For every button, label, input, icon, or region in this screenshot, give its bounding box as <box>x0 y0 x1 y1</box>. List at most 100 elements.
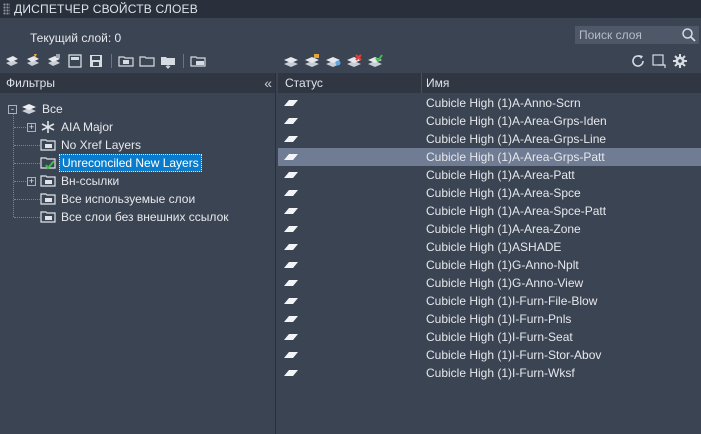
table-row[interactable]: Cubicle High (1)A-Anno-Scrn <box>278 94 701 112</box>
new-group-filter-icon[interactable] <box>25 53 41 69</box>
tree-label: AIA Major <box>61 120 114 134</box>
collapse-node-icon[interactable]: - <box>8 104 17 114</box>
tree-node-all-used-layers[interactable]: Все используемые слои <box>40 190 197 208</box>
search-icon[interactable] <box>681 27 697 43</box>
filters-header: Фильтры « <box>0 73 275 93</box>
layer-status-icon <box>284 154 298 160</box>
table-row[interactable]: Cubicle High (1)A-Area-Grps-Line <box>278 130 701 148</box>
layer-status-icon <box>284 352 298 358</box>
new-layer-snowflake-icon[interactable] <box>325 53 341 69</box>
layer-status-icon <box>284 226 298 232</box>
expand-node-icon[interactable]: + <box>27 122 36 132</box>
toolbar-separator <box>183 54 184 68</box>
tree-node-aia-major[interactable]: + AIA Major <box>27 118 115 136</box>
layer-name: Cubicle High (1)A-Area-Spce-Patt <box>426 204 607 218</box>
layer-name: Cubicle High (1)A-Area-Zone <box>426 222 581 236</box>
folder-filter-icon[interactable] <box>118 53 134 69</box>
tree-label: No Xref Layers <box>61 138 142 152</box>
tree-guide-line <box>14 127 28 128</box>
table-row[interactable]: Cubicle High (1)A-Area-Zone <box>278 220 701 238</box>
column-divider[interactable] <box>421 73 422 93</box>
tree-node-all[interactable]: - Все <box>8 100 65 118</box>
layer-name: Cubicle High (1)A-Area-Spce <box>426 186 581 200</box>
filter-folder-icon <box>40 192 56 206</box>
tree-guide-line <box>14 181 28 182</box>
folder-icon[interactable] <box>139 53 155 69</box>
layer-name: Cubicle High (1)A-Area-Grps-Iden <box>426 114 607 128</box>
layer-status-icon <box>284 334 298 340</box>
table-row[interactable]: Cubicle High (1)I-Furn-File-Blow <box>278 292 701 310</box>
title-bar: ДИСПЕТЧЕР СВОЙСТВ СЛОЕВ <box>0 0 701 18</box>
tree-label: Вн-ссылки <box>61 174 120 188</box>
table-row[interactable]: Cubicle High (1)G-Anno-View <box>278 274 701 292</box>
check-folder-icon <box>40 156 56 170</box>
expand-node-icon[interactable]: + <box>27 176 36 186</box>
layer-status-icon <box>284 244 298 250</box>
filters-header-label: Фильтры <box>6 76 55 90</box>
new-property-filter-icon[interactable] <box>4 53 20 69</box>
layer-states-icon[interactable] <box>46 53 62 69</box>
layer-name: Cubicle High (1)I-Furn-Seat <box>426 330 573 344</box>
filter-toolbar <box>4 53 211 69</box>
table-row[interactable]: Cubicle High (1)A-Area-Grps-Iden <box>278 112 701 130</box>
layer-status-icon <box>284 370 298 376</box>
layer-name: Cubicle High (1)I-Furn-Wksf <box>426 366 575 380</box>
delete-layer-icon[interactable] <box>346 53 362 69</box>
folder-export-icon[interactable] <box>160 53 176 69</box>
layer-status-icon <box>284 280 298 286</box>
tree-node-xrefs[interactable]: + Вн-ссылки <box>27 172 121 190</box>
column-header-name[interactable]: Имя <box>426 76 449 90</box>
tree-label: Все слои без внешних ссылок <box>61 210 229 224</box>
search-input[interactable] <box>575 28 675 42</box>
refresh-icon[interactable] <box>630 53 646 69</box>
toolbar-separator <box>111 54 112 68</box>
layer-name: Cubicle High (1)A-Area-Patt <box>426 168 575 182</box>
layer-status-icon <box>284 190 298 196</box>
tree-guide-line <box>14 199 40 200</box>
tree-label: Все <box>42 102 63 116</box>
tree-guide-line <box>14 217 40 218</box>
set-current-icon[interactable] <box>367 53 383 69</box>
table-row[interactable]: Cubicle High (1)A-Area-Patt <box>278 166 701 184</box>
filters-panel: Фильтры « - Все + AIA Major No Xref Laye… <box>0 73 276 434</box>
tree-label: Unreconciled New Layers <box>59 154 202 172</box>
tree-node-all-non-xref-layers[interactable]: Все слои без внешних ссылок <box>40 208 231 226</box>
column-header-status[interactable]: Статус <box>285 76 323 90</box>
layer-status-icon <box>284 262 298 268</box>
table-row[interactable]: Cubicle High (1)A-Area-Spce-Patt <box>278 202 701 220</box>
settings-panel-icon[interactable] <box>651 53 667 69</box>
table-row[interactable]: Cubicle High (1)G-Anno-Nplt <box>278 256 701 274</box>
layer-settings-icon[interactable] <box>190 53 206 69</box>
tree-guide-line <box>14 145 40 146</box>
table-row[interactable]: Cubicle High (1)A-Area-Grps-Patt <box>278 148 701 166</box>
layers-stack-icon <box>21 102 37 116</box>
column-headers: Статус Имя <box>278 73 701 93</box>
tree-node-unreconciled-new-layers[interactable]: Unreconciled New Layers <box>40 154 202 172</box>
layer-name: Cubicle High (1)I-Furn-Pnls <box>426 312 572 326</box>
tree-guide-line <box>13 113 14 217</box>
table-row[interactable]: Cubicle High (1)I-Furn-Stor-Abov <box>278 346 701 364</box>
right-toolbar <box>630 53 693 69</box>
new-layer-icon[interactable] <box>283 53 299 69</box>
layer-name: Cubicle High (1)ASHADE <box>426 240 562 254</box>
search-box[interactable] <box>575 26 699 44</box>
layer-status-icon <box>284 136 298 142</box>
save-icon[interactable] <box>88 53 104 69</box>
table-row[interactable]: Cubicle High (1)I-Furn-Pnls <box>278 310 701 328</box>
new-vp-frozen-layer-icon[interactable] <box>304 53 320 69</box>
table-row[interactable]: Cubicle High (1)I-Furn-Seat <box>278 328 701 346</box>
gear-icon[interactable] <box>672 53 688 69</box>
table-row[interactable]: Cubicle High (1)ASHADE <box>278 238 701 256</box>
layer-name: Cubicle High (1)I-Furn-Stor-Abov <box>426 348 602 362</box>
window-title: ДИСПЕТЧЕР СВОЙСТВ СЛОЕВ <box>14 2 198 16</box>
drag-grip-icon[interactable] <box>3 3 10 15</box>
tree-node-no-xref-layers[interactable]: No Xref Layers <box>40 136 143 154</box>
tree-guide-line <box>14 163 40 164</box>
table-row[interactable]: Cubicle High (1)I-Furn-Wksf <box>278 364 701 382</box>
filter-folder-icon <box>40 138 56 152</box>
layers-list-panel: Статус Имя Cubicle High (1)A-Anno-Scrn Cu… <box>278 73 701 434</box>
new-layer-icon[interactable] <box>67 53 83 69</box>
collapse-panel-button[interactable]: « <box>264 75 272 91</box>
table-row[interactable]: Cubicle High (1)A-Area-Spce <box>278 184 701 202</box>
layer-status-icon <box>284 298 298 304</box>
